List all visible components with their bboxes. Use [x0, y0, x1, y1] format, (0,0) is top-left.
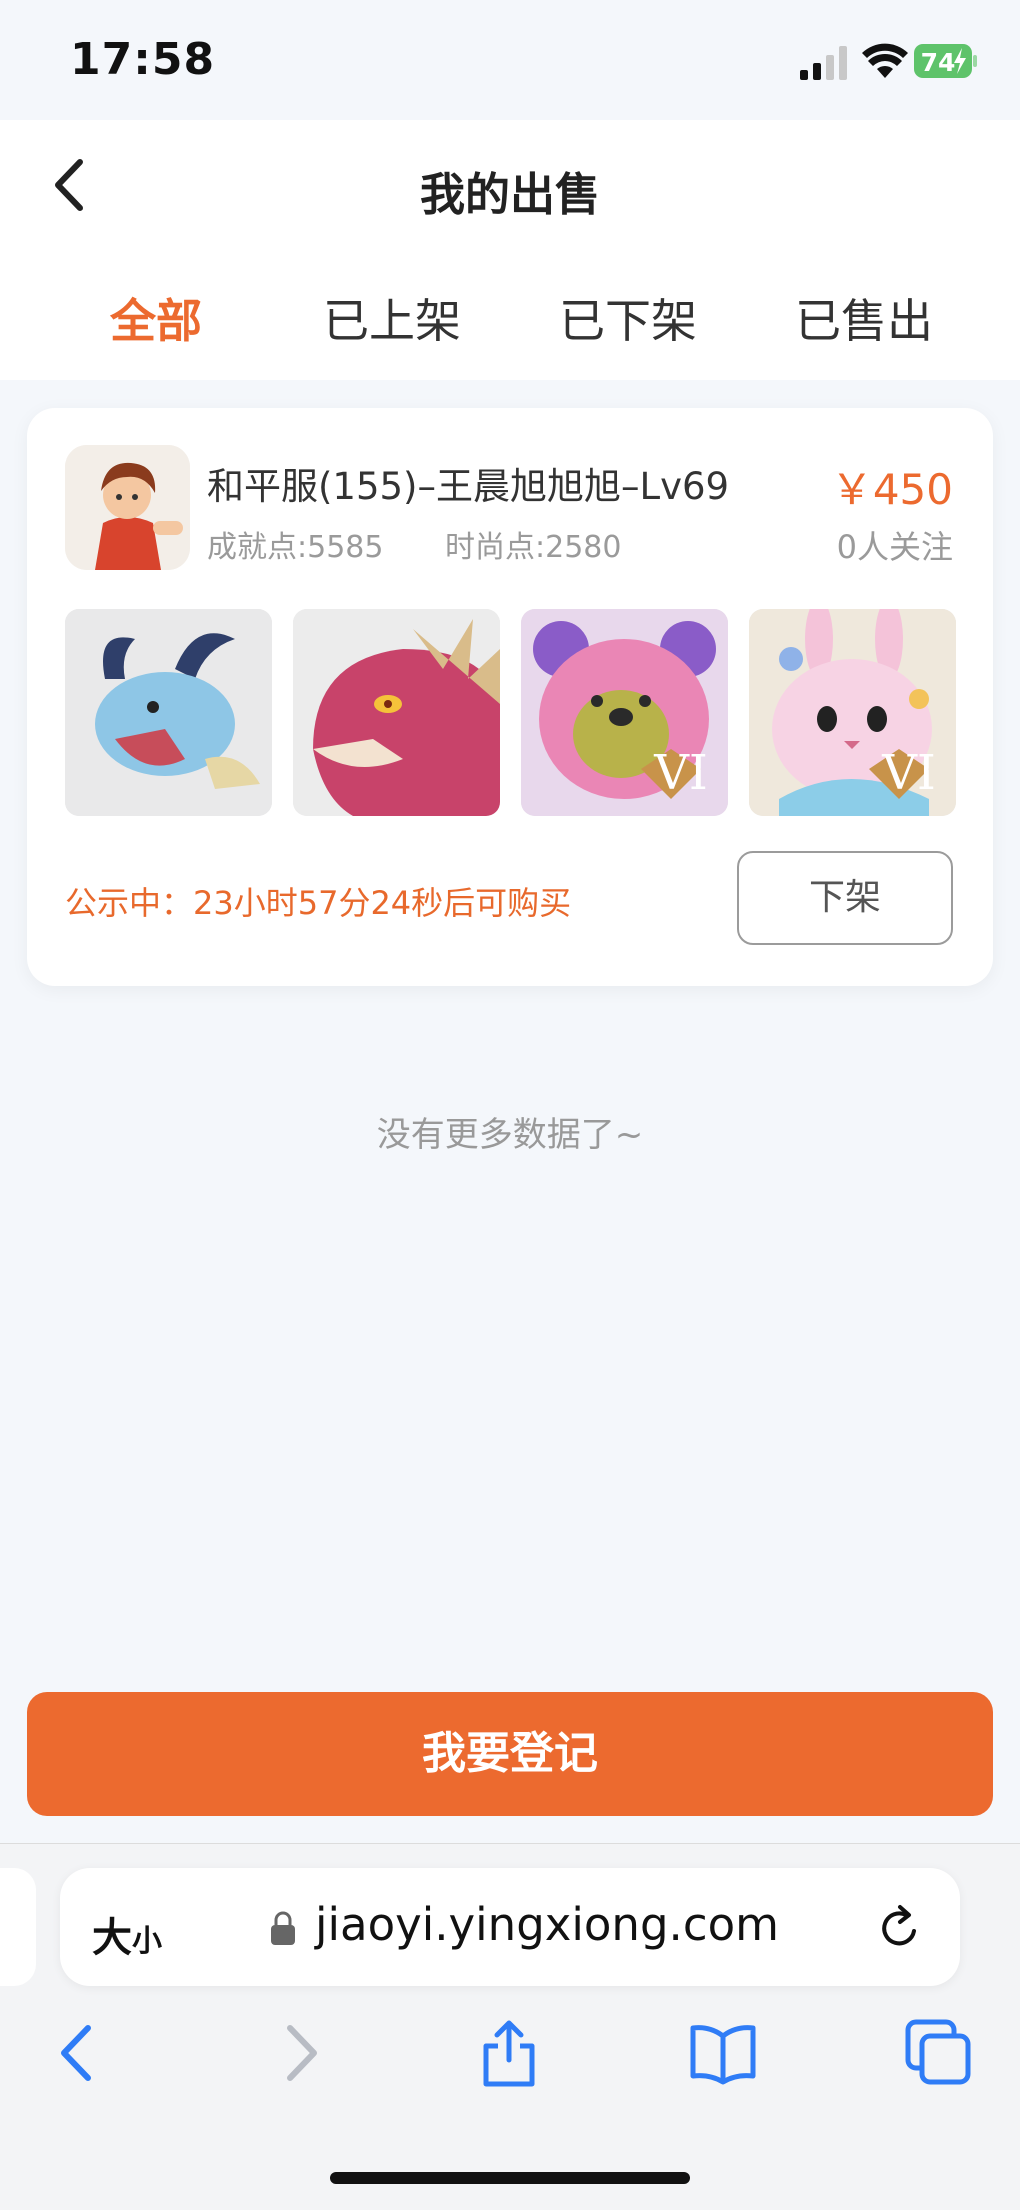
- battery-level: 74: [921, 48, 956, 77]
- tab-bar: 全部 已上架 已下架 已售出: [0, 285, 1020, 355]
- tab-sold[interactable]: 已售出: [746, 285, 982, 351]
- thumbnail-badge: VI: [653, 745, 708, 801]
- wifi-icon: [862, 43, 908, 78]
- url-text[interactable]: jiaoyi.yingxiong.com: [315, 1898, 779, 1951]
- thumbnail-pink-bear[interactable]: VI: [521, 609, 728, 816]
- previous-tab-peek[interactable]: [0, 1868, 36, 1986]
- listing-price: ￥450: [830, 465, 953, 514]
- share-icon[interactable]: [474, 2018, 544, 2088]
- bookmarks-icon[interactable]: [688, 2018, 758, 2088]
- page-title: 我的出售: [419, 168, 600, 221]
- no-more-data: 没有更多数据了~: [376, 1115, 644, 1155]
- cellular-signal-icon: [800, 46, 847, 80]
- thumbnail-badge: VI: [881, 745, 936, 801]
- text-size-button[interactable]: 大小: [92, 1905, 162, 1963]
- thumbnail-red-dragon[interactable]: [293, 609, 500, 816]
- tabs-icon[interactable]: [904, 2018, 974, 2088]
- thumbnail-pink-rabbit[interactable]: VI: [749, 609, 956, 816]
- achievement-points: 成就点:5585: [207, 530, 384, 565]
- tab-all[interactable]: 全部: [38, 285, 274, 351]
- reload-icon[interactable]: [876, 1903, 924, 1953]
- browser-back-icon[interactable]: [44, 2018, 114, 2088]
- battery-icon: 74: [914, 44, 977, 78]
- listing-title: 和平服(155)–王晨旭旭旭–Lv69: [207, 465, 730, 508]
- follower-count: 0人关注: [836, 528, 953, 566]
- thumbnail-blue-dragon[interactable]: [65, 609, 272, 816]
- browser-forward-icon[interactable]: [264, 2018, 334, 2088]
- tab-delisted[interactable]: 已下架: [510, 285, 746, 351]
- delist-button[interactable]: 下架: [737, 851, 953, 945]
- status-time: 17:58: [70, 34, 216, 85]
- publicity-notice: 公示中：23小时57分24秒后可购买: [65, 884, 572, 922]
- register-button[interactable]: 我要登记: [27, 1692, 993, 1816]
- home-indicator: [330, 2172, 690, 2184]
- character-avatar: [65, 445, 190, 570]
- lock-icon: [271, 1911, 295, 1945]
- fashion-points: 时尚点:2580: [445, 530, 622, 565]
- tab-listed[interactable]: 已上架: [274, 285, 510, 351]
